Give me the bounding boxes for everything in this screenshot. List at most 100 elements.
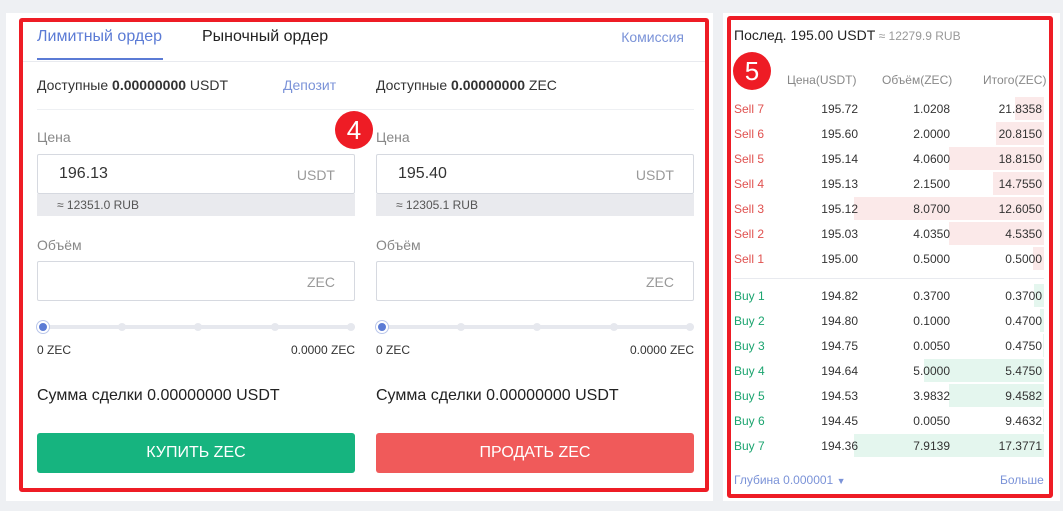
buy-price-label: Цена — [37, 129, 71, 145]
sell-level-label: Sell 6 — [734, 127, 765, 141]
order-total: 17.3771 — [998, 439, 1042, 453]
order-price: 195.72 — [821, 102, 858, 116]
buy-order-row[interactable]: Buy 2 194.80 0.1000 0.4700 — [733, 309, 1044, 334]
order-total: 4.5350 — [1005, 227, 1042, 241]
buy-price-value: 196.13 — [59, 165, 108, 182]
order-price: 195.14 — [821, 152, 858, 166]
order-total: 14.7550 — [998, 177, 1042, 191]
slider-step-dot[interactable] — [610, 323, 618, 331]
buy-price-input[interactable]: 196.13 USDT — [37, 154, 355, 194]
sell-volume-slider[interactable] — [376, 321, 694, 333]
sell-price-conversion: ≈ 12305.1 RUB — [376, 194, 694, 216]
sell-price-input[interactable]: 195.40 USDT — [376, 154, 694, 194]
buy-order-row[interactable]: Buy 4 194.64 5.0000 5.4750 — [733, 359, 1044, 384]
sell-volume-input[interactable]: ZEC — [376, 261, 694, 301]
order-price: 195.03 — [821, 227, 858, 241]
buy-volume-label: Объём — [37, 237, 82, 253]
buy-volume-slider[interactable] — [37, 321, 355, 333]
order-volume: 2.1500 — [913, 177, 950, 191]
buy-level-label: Buy 5 — [734, 389, 765, 403]
order-volume: 0.0050 — [913, 414, 950, 428]
order-volume: 5.0000 — [913, 364, 950, 378]
order-price: 194.45 — [821, 414, 858, 428]
header-price: Цена(USDT) — [787, 73, 857, 87]
slider-step-dot[interactable] — [347, 323, 355, 331]
buy-slider-max: 0.0000 ZEC — [290, 343, 355, 357]
buy-depth-bar — [1043, 409, 1044, 432]
sell-order-row[interactable]: Sell 5 195.14 4.0600 18.8150 — [733, 147, 1044, 172]
buy-slider-handle[interactable] — [37, 321, 49, 333]
buy-total-sum: Сумма сделки 0.00000000 USDT — [37, 387, 280, 404]
order-price: 194.64 — [821, 364, 858, 378]
order-total: 0.4700 — [1005, 314, 1042, 328]
tab-market-order[interactable]: Рыночный ордер — [202, 28, 328, 46]
sell-level-label: Sell 3 — [734, 202, 765, 216]
sell-available-label: Доступные — [376, 77, 452, 93]
order-type-tabs: Лимитный ордер Рыночный ордер Комиссия — [23, 22, 706, 62]
order-volume: 2.0000 — [913, 127, 950, 141]
order-price: 195.13 — [821, 177, 858, 191]
order-volume: 4.0350 — [913, 227, 950, 241]
order-price: 195.60 — [821, 127, 858, 141]
buy-order-row[interactable]: Buy 7 194.36 7.9139 17.3771 — [733, 434, 1044, 459]
buy-button[interactable]: КУПИТЬ ZEC — [37, 433, 355, 473]
order-total: 12.6050 — [998, 202, 1042, 216]
sell-total-sum: Сумма сделки 0.00000000 USDT — [376, 387, 619, 404]
more-link[interactable]: Больше — [1000, 473, 1044, 487]
sell-order-row[interactable]: Sell 2 195.03 4.0350 4.5350 — [733, 222, 1044, 247]
buy-available: Доступные 0.00000000 USDT — [37, 77, 228, 93]
sell-order-row[interactable]: Sell 7 195.72 1.0208 21.8358 — [733, 97, 1044, 122]
fee-link[interactable]: Комиссия — [621, 29, 684, 45]
order-book-separator — [733, 278, 1044, 279]
order-total: 18.8150 — [998, 152, 1042, 166]
order-total: 0.4750 — [1005, 339, 1042, 353]
order-price: 194.80 — [821, 314, 858, 328]
sell-order-row[interactable]: Sell 1 195.00 0.5000 0.5000 — [733, 247, 1044, 272]
buy-volume-input[interactable]: ZEC — [37, 261, 355, 301]
sell-slider-max: 0.0000 ZEC — [629, 343, 694, 357]
sell-price-value: 195.40 — [398, 165, 447, 182]
deposit-link[interactable]: Депозит — [283, 77, 336, 93]
sell-button[interactable]: ПРОДАТЬ ZEC — [376, 433, 694, 473]
header-total: Итого(ZEC) — [983, 73, 1047, 87]
slider-step-dot[interactable] — [533, 323, 541, 331]
tab-limit-order[interactable]: Лимитный ордер — [37, 28, 162, 46]
depth-selector[interactable]: Глубина 0.000001 ▼ — [734, 473, 846, 487]
order-price: 194.82 — [821, 289, 858, 303]
order-total: 9.4582 — [1005, 389, 1042, 403]
buy-order-row[interactable]: Buy 6 194.45 0.0050 9.4632 — [733, 409, 1044, 434]
annotation-badge-5: 5 — [733, 52, 771, 90]
buy-level-label: Buy 4 — [734, 364, 765, 378]
sell-order-row[interactable]: Sell 3 195.12 8.0700 12.6050 — [733, 197, 1044, 222]
sell-available-unit: ZEC — [525, 77, 557, 93]
order-total: 21.8358 — [998, 102, 1042, 116]
sell-order-row[interactable]: Sell 6 195.60 2.0000 20.8150 — [733, 122, 1044, 147]
order-total: 5.4750 — [1005, 364, 1042, 378]
slider-step-dot[interactable] — [194, 323, 202, 331]
sell-volume-unit: ZEC — [646, 274, 674, 290]
slider-step-dot[interactable] — [271, 323, 279, 331]
buy-slider-min: 0 ZEC — [37, 343, 72, 357]
buy-level-label: Buy 3 — [734, 339, 765, 353]
buy-price-conversion: ≈ 12351.0 RUB — [37, 194, 355, 216]
sell-price-label: Цена — [376, 129, 410, 145]
chevron-down-icon: ▼ — [836, 476, 846, 486]
sell-level-label: Sell 7 — [734, 102, 765, 116]
sell-slider-min: 0 ZEC — [376, 343, 411, 357]
sell-volume-label: Объём — [376, 237, 421, 253]
buy-available-unit: USDT — [186, 77, 229, 93]
last-price-value: Послед. 195.00 USDT — [734, 27, 876, 43]
sell-available-amount: 0.00000000 — [451, 77, 526, 93]
buy-available-label: Доступные — [37, 77, 113, 93]
slider-step-dot[interactable] — [118, 323, 126, 331]
sell-slider-handle[interactable] — [376, 321, 388, 333]
buy-order-row[interactable]: Buy 5 194.53 3.9832 9.4582 — [733, 384, 1044, 409]
buy-order-row[interactable]: Buy 1 194.82 0.3700 0.3700 — [733, 284, 1044, 309]
buy-available-amount: 0.00000000 — [112, 77, 187, 93]
depth-label: Глубина 0.000001 — [734, 473, 834, 487]
sell-level-label: Sell 4 — [734, 177, 765, 191]
slider-step-dot[interactable] — [457, 323, 465, 331]
sell-order-row[interactable]: Sell 4 195.13 2.1500 14.7550 — [733, 172, 1044, 197]
buy-order-row[interactable]: Buy 3 194.75 0.0050 0.4750 — [733, 334, 1044, 359]
slider-step-dot[interactable] — [686, 323, 694, 331]
